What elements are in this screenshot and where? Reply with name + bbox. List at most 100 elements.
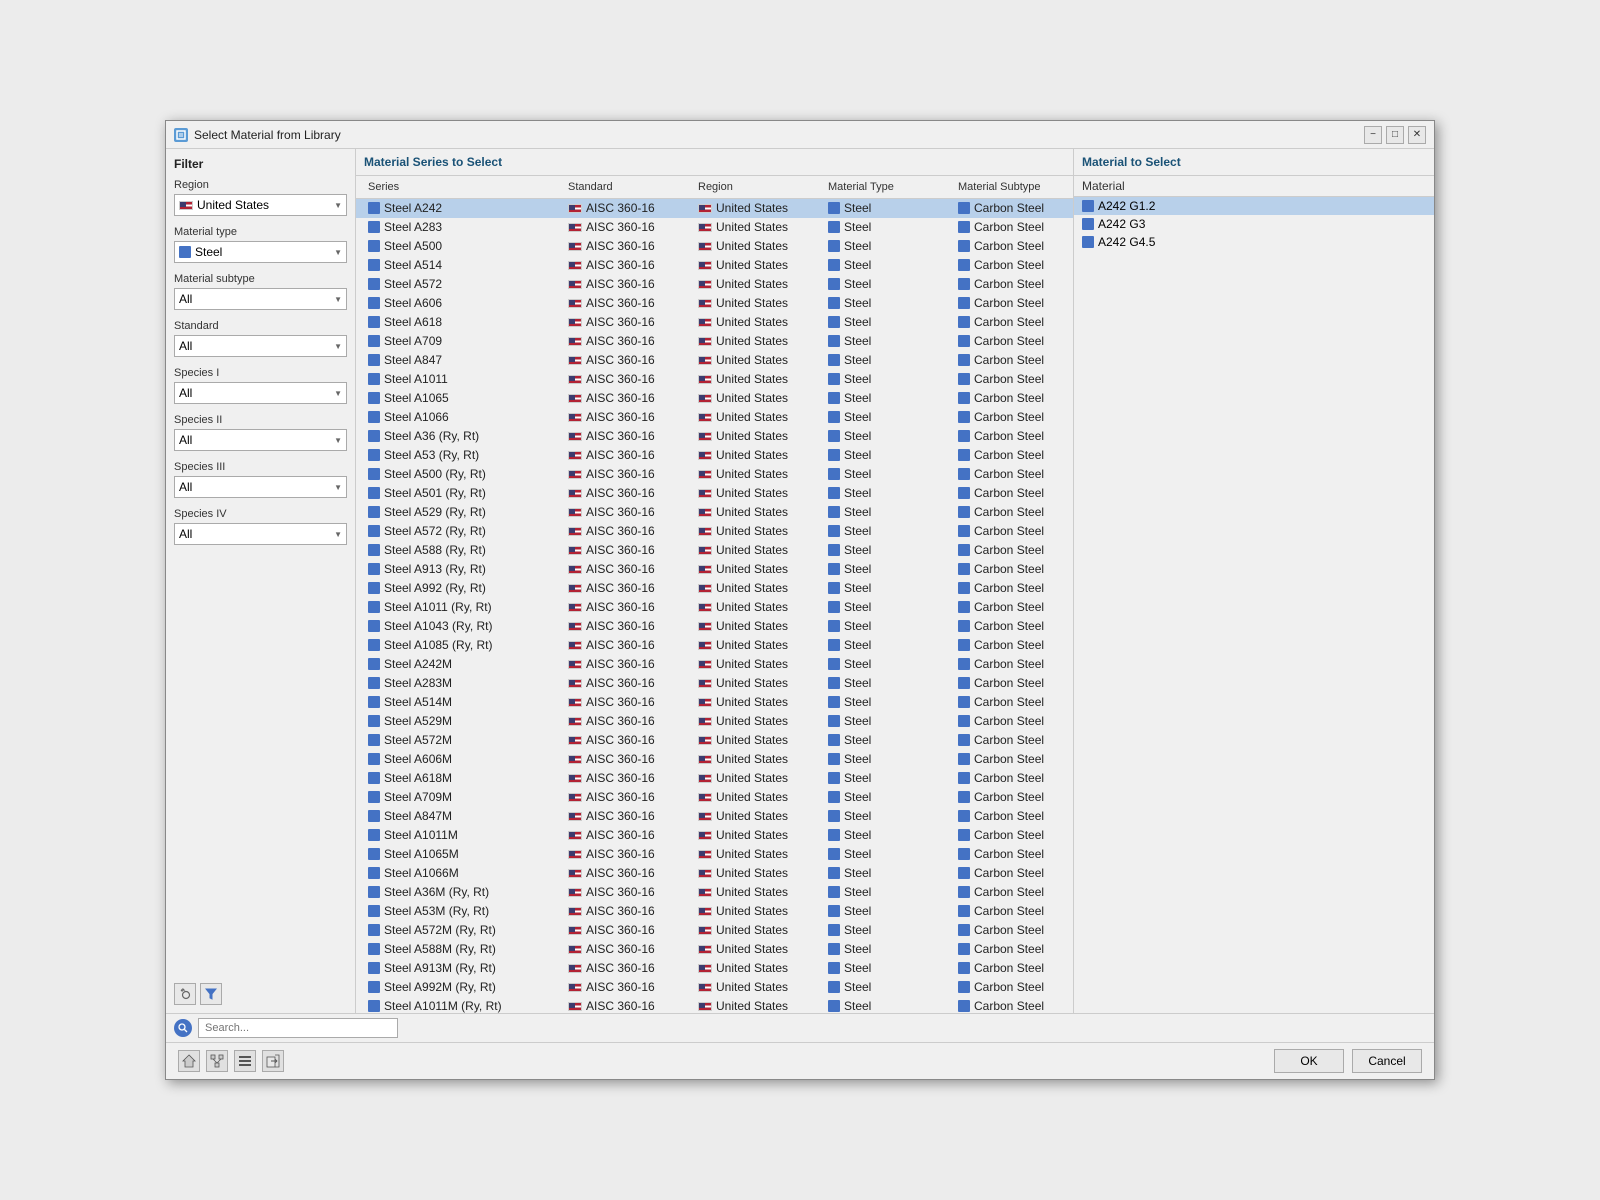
- table-row[interactable]: Steel A529 (Ry, Rt) AISC 360-16 United S…: [356, 503, 1073, 522]
- table-row[interactable]: Steel A1043 (Ry, Rt) AISC 360-16 United …: [356, 617, 1073, 636]
- flag-icon: [698, 280, 712, 289]
- flag-icon: [568, 432, 582, 441]
- table-row[interactable]: Steel A283 AISC 360-16 United States Ste…: [356, 218, 1073, 237]
- table-row[interactable]: Steel A1065M AISC 360-16 United States S…: [356, 845, 1073, 864]
- region-select[interactable]: United States ▼: [174, 194, 347, 216]
- table-row[interactable]: Steel A1011M (Ry, Rt) AISC 360-16 United…: [356, 997, 1073, 1013]
- ok-button[interactable]: OK: [1274, 1049, 1344, 1073]
- table-row[interactable]: Steel A606 AISC 360-16 United States Ste…: [356, 294, 1073, 313]
- home-button[interactable]: [178, 1050, 200, 1072]
- reset-filter-button[interactable]: [174, 983, 196, 1005]
- table-row[interactable]: Steel A992 (Ry, Rt) AISC 360-16 United S…: [356, 579, 1073, 598]
- cell-type: Steel: [824, 846, 954, 862]
- type-icon: [958, 506, 970, 518]
- table-row[interactable]: Steel A1066M AISC 360-16 United States S…: [356, 864, 1073, 883]
- material-panel-header: Material to Select: [1074, 149, 1434, 176]
- material-icon: [1082, 218, 1094, 230]
- type-icon: [368, 335, 380, 347]
- species3-group: Species III All ▼: [174, 461, 347, 498]
- table-row[interactable]: Steel A501 (Ry, Rt) AISC 360-16 United S…: [356, 484, 1073, 503]
- material-type-select[interactable]: Steel ▼: [174, 241, 347, 263]
- flag-icon: [698, 850, 712, 859]
- cell-type: Steel: [824, 200, 954, 216]
- table-row[interactable]: Steel A1066 AISC 360-16 United States St…: [356, 408, 1073, 427]
- table-row[interactable]: Steel A53M (Ry, Rt) AISC 360-16 United S…: [356, 902, 1073, 921]
- table-row[interactable]: Steel A618M AISC 360-16 United States St…: [356, 769, 1073, 788]
- flag-icon: [698, 318, 712, 327]
- table-row[interactable]: Steel A53 (Ry, Rt) AISC 360-16 United St…: [356, 446, 1073, 465]
- species3-select[interactable]: All ▼: [174, 476, 347, 498]
- cancel-button[interactable]: Cancel: [1352, 1049, 1422, 1073]
- cell-region: United States: [694, 637, 824, 653]
- table-row[interactable]: Steel A529M AISC 360-16 United States St…: [356, 712, 1073, 731]
- type-icon: [368, 829, 380, 841]
- maximize-button[interactable]: □: [1386, 126, 1404, 144]
- type-icon: [958, 563, 970, 575]
- table-row[interactable]: Steel A514M AISC 360-16 United States St…: [356, 693, 1073, 712]
- type-icon: [368, 544, 380, 556]
- cell-subtype: Carbon Steel: [954, 447, 1073, 463]
- table-row[interactable]: Steel A500 (Ry, Rt) AISC 360-16 United S…: [356, 465, 1073, 484]
- species1-select[interactable]: All ▼: [174, 382, 347, 404]
- table-row[interactable]: Steel A1011 (Ry, Rt) AISC 360-16 United …: [356, 598, 1073, 617]
- table-row[interactable]: Steel A847M AISC 360-16 United States St…: [356, 807, 1073, 826]
- close-button[interactable]: ✕: [1408, 126, 1426, 144]
- cell-subtype: Carbon Steel: [954, 390, 1073, 406]
- flag-icon: [698, 261, 712, 270]
- table-row[interactable]: Steel A572M (Ry, Rt) AISC 360-16 United …: [356, 921, 1073, 940]
- table-row[interactable]: Steel A572 (Ry, Rt) AISC 360-16 United S…: [356, 522, 1073, 541]
- table-row[interactable]: Steel A709 AISC 360-16 United States Ste…: [356, 332, 1073, 351]
- species2-select[interactable]: All ▼: [174, 429, 347, 451]
- table-row[interactable]: Steel A1011M AISC 360-16 United States S…: [356, 826, 1073, 845]
- table-row[interactable]: Steel A618 AISC 360-16 United States Ste…: [356, 313, 1073, 332]
- table-row[interactable]: Steel A572M AISC 360-16 United States St…: [356, 731, 1073, 750]
- type-icon: [368, 449, 380, 461]
- table-row[interactable]: Steel A606M AISC 360-16 United States St…: [356, 750, 1073, 769]
- material-type-group: Material type Steel ▼: [174, 226, 347, 263]
- table-row[interactable]: Steel A500 AISC 360-16 United States Ste…: [356, 237, 1073, 256]
- table-row[interactable]: Steel A242M AISC 360-16 United States St…: [356, 655, 1073, 674]
- table-row[interactable]: Steel A588M (Ry, Rt) AISC 360-16 United …: [356, 940, 1073, 959]
- material-item[interactable]: A242 G4.5: [1074, 233, 1434, 251]
- table-row[interactable]: Steel A588 (Ry, Rt) AISC 360-16 United S…: [356, 541, 1073, 560]
- cell-type: Steel: [824, 428, 954, 444]
- table-row[interactable]: Steel A847 AISC 360-16 United States Ste…: [356, 351, 1073, 370]
- species4-select[interactable]: All ▼: [174, 523, 347, 545]
- cell-standard: AISC 360-16: [564, 314, 694, 330]
- table-row[interactable]: Steel A1085 (Ry, Rt) AISC 360-16 United …: [356, 636, 1073, 655]
- table-row[interactable]: Steel A1011 AISC 360-16 United States St…: [356, 370, 1073, 389]
- type-icon: [368, 696, 380, 708]
- cell-series: Steel A847: [364, 352, 564, 368]
- cell-series: Steel A1066M: [364, 865, 564, 881]
- table-row[interactable]: Steel A283M AISC 360-16 United States St…: [356, 674, 1073, 693]
- table-row[interactable]: Steel A913 (Ry, Rt) AISC 360-16 United S…: [356, 560, 1073, 579]
- table-row[interactable]: Steel A514 AISC 360-16 United States Ste…: [356, 256, 1073, 275]
- flag-icon: [568, 964, 582, 973]
- standard-select[interactable]: All ▼: [174, 335, 347, 357]
- table-row[interactable]: Steel A36 (Ry, Rt) AISC 360-16 United St…: [356, 427, 1073, 446]
- apply-filter-button[interactable]: [200, 983, 222, 1005]
- cell-region: United States: [694, 200, 824, 216]
- search-input[interactable]: [198, 1018, 398, 1038]
- table-row[interactable]: Steel A1065 AISC 360-16 United States St…: [356, 389, 1073, 408]
- minimize-button[interactable]: −: [1364, 126, 1382, 144]
- table-row[interactable]: Steel A709M AISC 360-16 United States St…: [356, 788, 1073, 807]
- list-button[interactable]: [234, 1050, 256, 1072]
- table-row[interactable]: Steel A572 AISC 360-16 United States Ste…: [356, 275, 1073, 294]
- table-row[interactable]: Steel A913M (Ry, Rt) AISC 360-16 United …: [356, 959, 1073, 978]
- material-item[interactable]: A242 G3: [1074, 215, 1434, 233]
- cell-standard: AISC 360-16: [564, 371, 694, 387]
- table-row[interactable]: Steel A36M (Ry, Rt) AISC 360-16 United S…: [356, 883, 1073, 902]
- material-subtype-select[interactable]: All ▼: [174, 288, 347, 310]
- table-row[interactable]: Steel A992M (Ry, Rt) AISC 360-16 United …: [356, 978, 1073, 997]
- col-region: Region: [694, 179, 824, 195]
- cell-type: Steel: [824, 713, 954, 729]
- table-row[interactable]: Steel A242 AISC 360-16 United States Ste…: [356, 199, 1073, 218]
- cell-region: United States: [694, 827, 824, 843]
- cell-type: Steel: [824, 751, 954, 767]
- cell-series: Steel A913M (Ry, Rt): [364, 960, 564, 976]
- material-item[interactable]: A242 G1.2: [1074, 197, 1434, 215]
- structure-button[interactable]: [206, 1050, 228, 1072]
- export-button[interactable]: [262, 1050, 284, 1072]
- type-icon: [958, 259, 970, 271]
